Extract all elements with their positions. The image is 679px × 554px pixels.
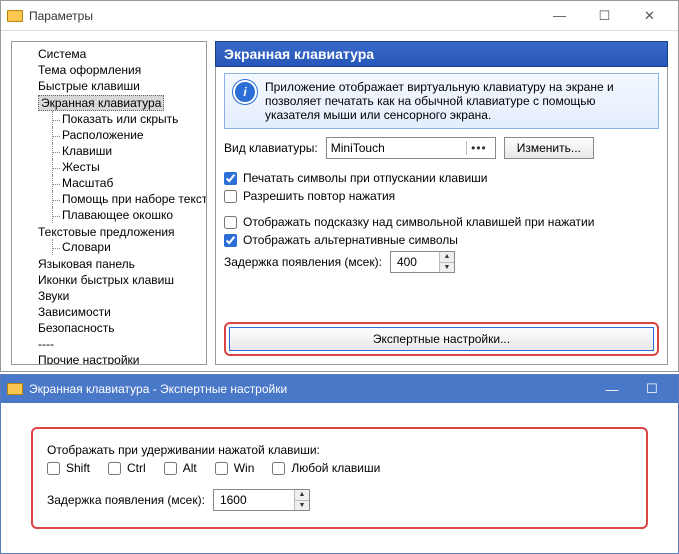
hold-label: Отображать при удерживании нажатой клави… xyxy=(47,443,632,457)
info-icon: i xyxy=(233,80,257,104)
checkbox[interactable] xyxy=(224,172,237,185)
tree-item[interactable]: Языковая панель xyxy=(28,256,204,272)
tree-item[interactable]: Тема оформления xyxy=(28,62,204,78)
minimize-button[interactable]: — xyxy=(592,376,632,402)
delay-value[interactable]: 400 xyxy=(391,252,439,272)
tree-item[interactable]: Текстовые предложения Словари xyxy=(28,224,204,256)
chk-alt[interactable]: Alt xyxy=(164,461,197,475)
window-title: Экранная клавиатура - Экспертные настрой… xyxy=(29,382,287,396)
change-button[interactable]: Изменить... xyxy=(504,137,594,159)
close-button[interactable]: ✕ xyxy=(627,2,672,30)
chk-hint[interactable]: Отображать подсказку над символьной клав… xyxy=(224,215,659,229)
window-title: Параметры xyxy=(29,9,93,23)
maximize-button[interactable]: ☐ xyxy=(582,2,627,30)
tree-item[interactable]: Клавиши xyxy=(52,143,204,159)
minimize-button[interactable]: — xyxy=(537,2,582,30)
tree-item[interactable]: Масштаб xyxy=(52,175,204,191)
tree-item[interactable]: Звуки xyxy=(28,288,204,304)
delay-spinner[interactable]: 400 ▲▼ xyxy=(390,251,455,273)
parameters-window: Параметры — ☐ ✕ Система Тема оформления … xyxy=(0,0,679,372)
tree-selected[interactable]: Экранная клавиатура xyxy=(38,95,164,111)
chk-release[interactable]: Печатать символы при отпускании клавиши xyxy=(224,171,659,185)
window-controls: — ☐ ✕ xyxy=(537,2,672,30)
chk-shift[interactable]: Shift xyxy=(47,461,90,475)
titlebar: Экранная клавиатура - Экспертные настрой… xyxy=(1,375,678,403)
checkbox[interactable] xyxy=(224,190,237,203)
expert-highlight: Экспертные настройки... xyxy=(224,322,659,356)
spin-up-icon[interactable]: ▲ xyxy=(295,490,309,501)
chk-ctrl[interactable]: Ctrl xyxy=(108,461,146,475)
expert-delay-spinner[interactable]: 1600 ▲▼ xyxy=(213,489,310,511)
app-icon xyxy=(7,383,23,395)
kbd-type-value: MiniTouch xyxy=(331,141,385,155)
modifier-row: Shift Ctrl Alt Win Любой клавиши xyxy=(47,461,632,475)
nav-tree[interactable]: Система Тема оформления Быстрые клавиши … xyxy=(11,41,207,365)
tree-separator: ---- xyxy=(28,336,204,352)
delay-value[interactable]: 1600 xyxy=(214,490,294,510)
tree-item[interactable]: Расположение xyxy=(52,127,204,143)
keyboard-type-row: Вид клавиатуры: MiniTouch ••• Изменить..… xyxy=(224,137,659,159)
spin-up-icon[interactable]: ▲ xyxy=(440,252,454,263)
tree-item[interactable]: Безопасность xyxy=(28,320,204,336)
spin-down-icon[interactable]: ▼ xyxy=(440,263,454,273)
checkbox[interactable] xyxy=(224,234,237,247)
tree-item[interactable]: Прочие настройки xyxy=(28,352,204,365)
tree-item[interactable]: Зависимости xyxy=(28,304,204,320)
chk-repeat[interactable]: Разрешить повтор нажатия xyxy=(224,189,659,203)
tree-item[interactable]: Плавающее окошко xyxy=(52,207,204,223)
checkbox[interactable] xyxy=(224,216,237,229)
tree-item[interactable]: Иконки быстрых клавиш xyxy=(28,272,204,288)
delay-label: Задержка появления (мсек): xyxy=(224,255,382,269)
chk-win[interactable]: Win xyxy=(215,461,255,475)
chk-alt[interactable]: Отображать альтернативные символы xyxy=(224,233,659,247)
delay-row: Задержка появления (мсек): 400 ▲▼ xyxy=(224,251,659,273)
browse-icon[interactable]: ••• xyxy=(466,141,491,155)
spin-down-icon[interactable]: ▼ xyxy=(295,501,309,511)
maximize-button[interactable]: ☐ xyxy=(632,376,672,402)
settings-panel: Экранная клавиатура i Приложение отображ… xyxy=(215,41,668,365)
tree-item[interactable]: Система xyxy=(28,46,204,62)
tree-item[interactable]: Словари xyxy=(52,239,204,255)
delay-label: Задержка появления (мсек): xyxy=(47,493,205,507)
highlight-frame: Отображать при удерживании нажатой клави… xyxy=(31,427,648,529)
expert-settings-button[interactable]: Экспертные настройки... xyxy=(229,327,654,351)
tree-item[interactable]: Жесты xyxy=(52,159,204,175)
kbd-type-field[interactable]: MiniTouch ••• xyxy=(326,137,496,159)
tree-item-osk[interactable]: Экранная клавиатура Показать или скрыть … xyxy=(28,94,204,224)
tree-item[interactable]: Помощь при наборе текста xyxy=(52,191,204,207)
panel-title: Экранная клавиатура xyxy=(215,41,668,67)
app-icon xyxy=(7,10,23,22)
window-controls: — ☐ xyxy=(592,376,672,402)
expert-delay-row: Задержка появления (мсек): 1600 ▲▼ xyxy=(47,489,632,511)
info-text: Приложение отображает виртуальную клавиа… xyxy=(265,80,650,122)
tree-item[interactable]: Быстрые клавиши xyxy=(28,78,204,94)
info-box: i Приложение отображает виртуальную клав… xyxy=(224,73,659,129)
tree-item[interactable]: Показать или скрыть xyxy=(52,111,204,127)
chk-any[interactable]: Любой клавиши xyxy=(272,461,380,475)
titlebar: Параметры — ☐ ✕ xyxy=(1,1,678,31)
kbd-type-label: Вид клавиатуры: xyxy=(224,141,318,155)
expert-window: Экранная клавиатура - Экспертные настрой… xyxy=(0,374,679,554)
